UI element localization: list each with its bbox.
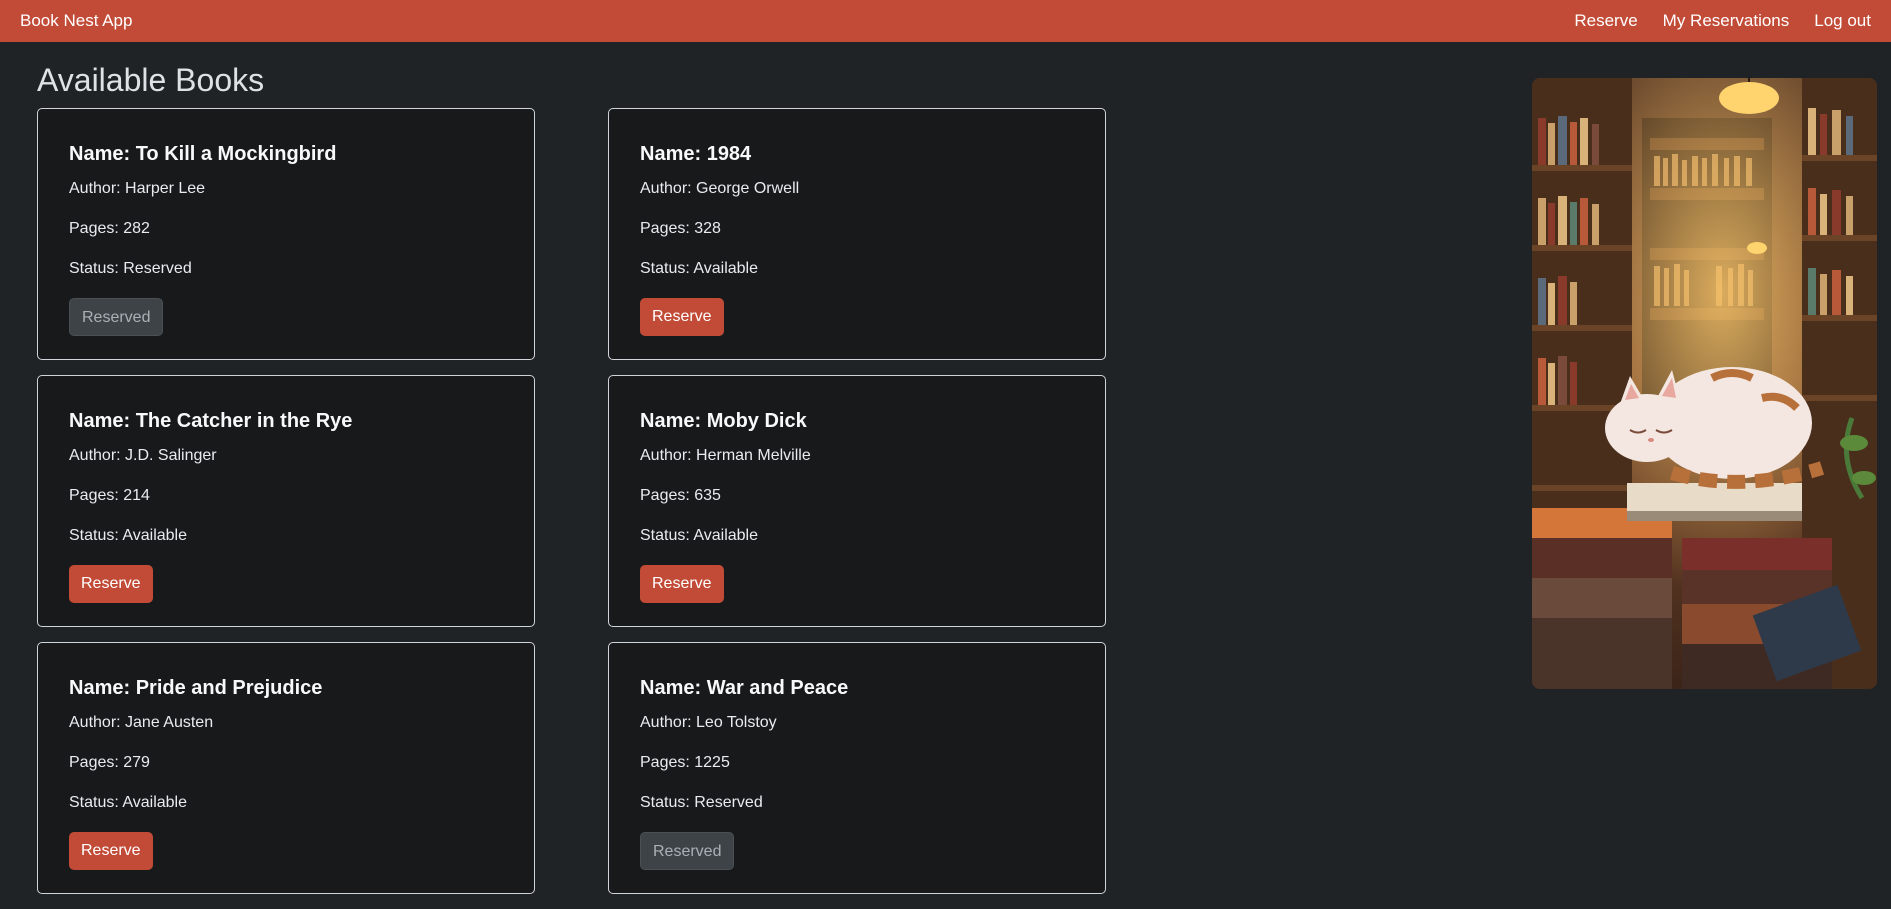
book-pages: Pages: 282: [69, 220, 150, 237]
book-pages: Pages: 328: [640, 220, 721, 237]
book-name: Name: The Catcher in the Rye: [69, 410, 353, 432]
book-card: Name: 1984 Author: George Orwell Pages: …: [608, 108, 1106, 360]
reserved-button: Reserved: [640, 832, 735, 870]
brand-link[interactable]: Book Nest App: [20, 11, 132, 31]
book-card: Name: Pride and Prejudice Author: Jane A…: [37, 642, 535, 894]
book-author: Author: Leo Tolstoy: [640, 714, 777, 731]
book-card: Name: Moby Dick Author: Herman Melville …: [608, 375, 1106, 627]
book-status: Status: Available: [640, 260, 759, 277]
book-pages: Pages: 214: [69, 487, 150, 504]
reserve-button[interactable]: Reserve: [640, 565, 724, 603]
reserved-button: Reserved: [69, 298, 164, 336]
book-card: Name: War and Peace Author: Leo Tolstoy …: [608, 642, 1106, 894]
book-author: Author: George Orwell: [640, 180, 800, 197]
nav-logout-link[interactable]: Log out: [1814, 11, 1871, 31]
book-status: Status: Reserved: [69, 260, 192, 277]
reserve-button[interactable]: Reserve: [640, 298, 724, 336]
page-title: Available Books: [37, 62, 265, 98]
book-name: Name: Moby Dick: [640, 410, 807, 432]
book-author: Author: Herman Melville: [640, 447, 811, 464]
reserve-button[interactable]: Reserve: [69, 565, 153, 603]
book-status: Status: Reserved: [640, 794, 763, 811]
book-pages: Pages: 1225: [640, 754, 730, 771]
reserve-button[interactable]: Reserve: [69, 832, 153, 870]
book-card: Name: To Kill a Mockingbird Author: Harp…: [37, 108, 535, 360]
bookstore-cat-illustration-icon: [1532, 78, 1877, 689]
nav-reserve-link[interactable]: Reserve: [1574, 11, 1637, 31]
navbar: Book Nest App Reserve My Reservations Lo…: [0, 0, 1891, 42]
book-author: Author: J.D. Salinger: [69, 447, 217, 464]
nav-my-reservations-link[interactable]: My Reservations: [1663, 11, 1790, 31]
book-status: Status: Available: [69, 527, 188, 544]
book-card: Name: The Catcher in the Rye Author: J.D…: [37, 375, 535, 627]
book-status: Status: Available: [69, 794, 188, 811]
book-author: Author: Jane Austen: [69, 714, 214, 731]
book-name: Name: War and Peace: [640, 677, 849, 699]
book-name: Name: To Kill a Mockingbird: [69, 143, 337, 165]
book-pages: Pages: 279: [69, 754, 150, 771]
book-name: Name: Pride and Prejudice: [69, 677, 323, 699]
nav-links: Reserve My Reservations Log out: [1574, 11, 1871, 31]
book-author: Author: Harper Lee: [69, 180, 206, 197]
book-pages: Pages: 635: [640, 487, 721, 504]
book-name: Name: 1984: [640, 143, 752, 165]
book-status: Status: Available: [640, 527, 759, 544]
